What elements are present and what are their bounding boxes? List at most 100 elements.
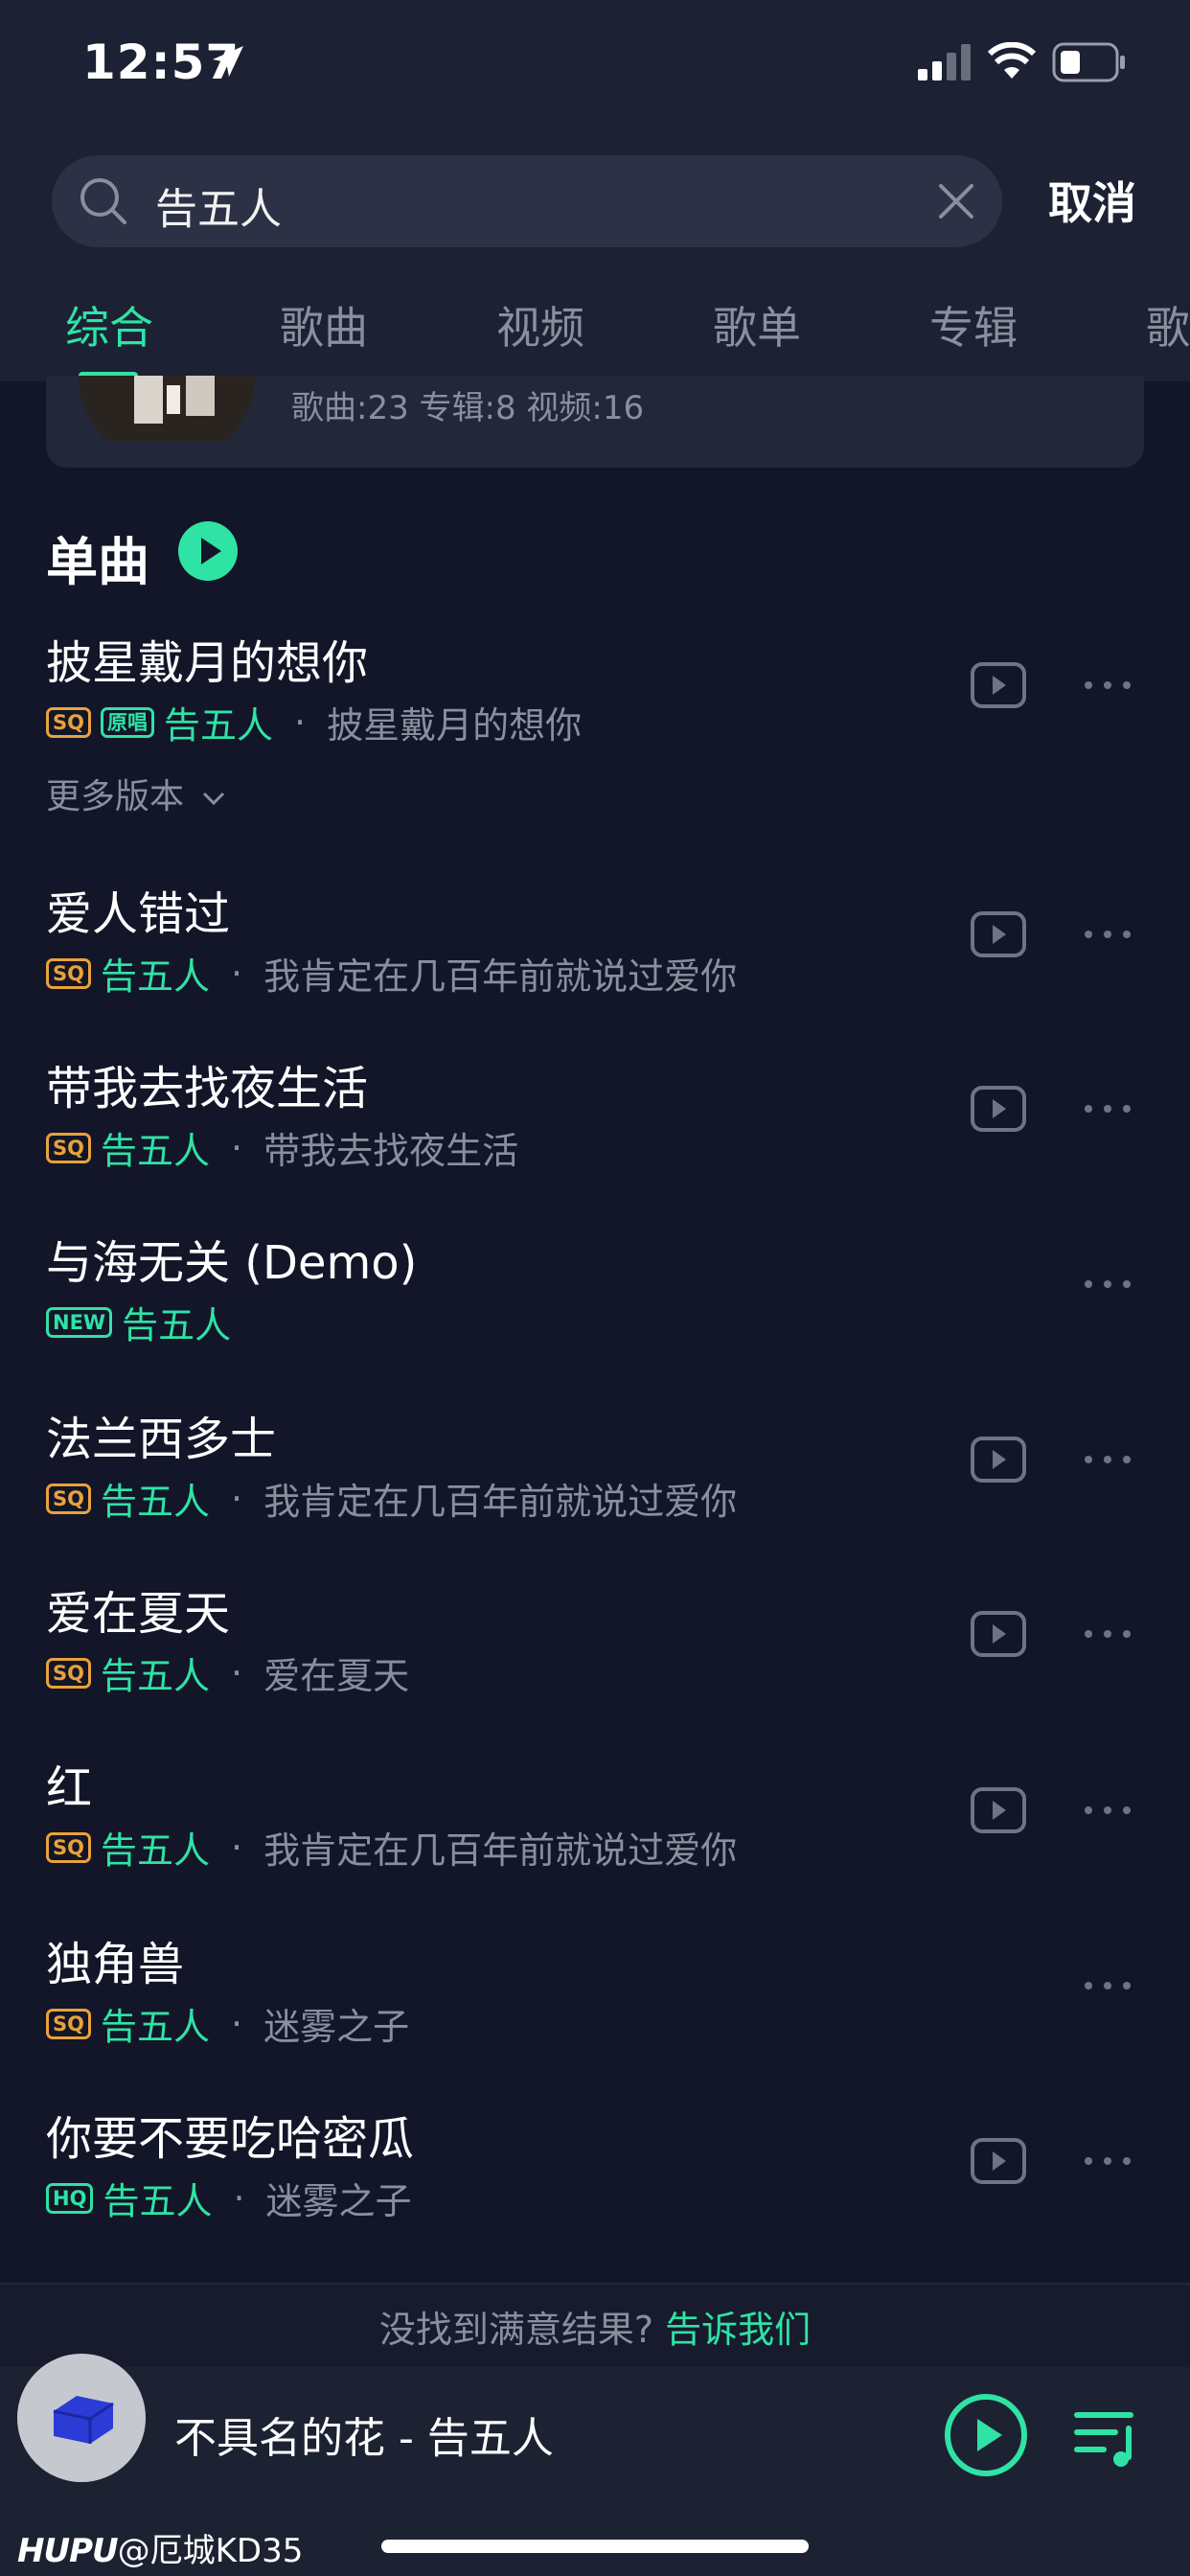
album-art[interactable]	[17, 2354, 146, 2482]
sq-badge: SQ	[46, 1132, 91, 1163]
tab-lyrics[interactable]: 歌	[1146, 293, 1190, 356]
song-artist[interactable]: 告五人	[101, 2006, 210, 2048]
song-album[interactable]: 我肯定在几百年前就说过爱你	[263, 1829, 737, 1872]
feedback-text: 没找到满意结果?	[378, 2309, 654, 2351]
feedback-link[interactable]: 告诉我们	[665, 2309, 811, 2351]
song-artist[interactable]: 告五人	[101, 1130, 210, 1172]
song-meta: SQ 告五人 · 我肯定在几百年前就说过爱你	[46, 947, 737, 1000]
song-title: 与海无关 (Demo)	[46, 1236, 418, 1290]
original-badge: 原唱	[100, 706, 154, 738]
song-album[interactable]: 爱在夏天	[263, 1655, 409, 1697]
song-album[interactable]: 我肯定在几百年前就说过爱你	[263, 955, 737, 998]
sq-badge: SQ	[46, 2008, 91, 2039]
more-versions-button[interactable]: 更多版本	[46, 769, 225, 818]
sq-badge: SQ	[46, 1657, 91, 1689]
mv-play-icon[interactable]	[970, 661, 1027, 709]
song-title: 红	[46, 1761, 93, 1815]
song-album[interactable]: 我肯定在几百年前就说过爱你	[263, 1481, 737, 1523]
hq-badge: HQ	[46, 2182, 94, 2214]
sq-badge: SQ	[46, 706, 91, 738]
song-artist[interactable]: 告五人	[122, 1304, 231, 1346]
sq-badge: SQ	[46, 957, 91, 989]
more-icon[interactable]	[1081, 2153, 1134, 2169]
song-album[interactable]: 带我去找夜生活	[263, 1130, 518, 1172]
mv-play-icon[interactable]	[970, 1085, 1027, 1133]
tab-all[interactable]: 综合	[65, 293, 153, 356]
separator-dot: ·	[231, 952, 243, 995]
search-box[interactable]: 告五人	[52, 155, 1002, 247]
separator-dot: ·	[294, 701, 307, 744]
song-title: 爱在夏天	[46, 1587, 231, 1641]
separator-dot: ·	[231, 1651, 243, 1694]
song-meta: SQ 告五人 · 带我去找夜生活	[46, 1121, 518, 1174]
play-all-icon[interactable]	[178, 521, 238, 581]
chevron-down-icon	[203, 792, 225, 806]
song-artist[interactable]: 告五人	[101, 1655, 210, 1697]
search-icon	[80, 178, 126, 224]
album-art-image	[17, 2354, 146, 2482]
watermark: HUPU@厄城KD35	[17, 2524, 303, 2571]
tab-playlists[interactable]: 歌单	[713, 293, 801, 356]
song-artist[interactable]: 告五人	[101, 1829, 210, 1872]
more-icon[interactable]	[1081, 1803, 1134, 1818]
song-artist[interactable]: 告五人	[101, 1481, 210, 1523]
mv-play-icon[interactable]	[970, 2137, 1027, 2185]
tab-songs[interactable]: 歌曲	[280, 293, 368, 356]
feedback-prompt: 没找到满意结果? 告诉我们	[0, 2300, 1190, 2353]
cancel-button[interactable]: 取消	[1048, 169, 1136, 232]
more-versions-label: 更多版本	[46, 777, 185, 816]
playlist-icon[interactable]	[1073, 2405, 1140, 2469]
separator-dot: ·	[231, 1826, 243, 1869]
more-icon[interactable]	[1081, 1101, 1134, 1116]
section-title: 单曲	[46, 532, 149, 592]
song-meta: SQ 原唱 告五人 · 披星戴月的想你	[46, 696, 582, 748]
song-title: 法兰西多士	[46, 1413, 277, 1466]
watermark-brand: HUPU	[17, 2532, 119, 2570]
song-artist[interactable]: 告五人	[101, 955, 210, 998]
watermark-user: @厄城KD35	[117, 2532, 304, 2570]
battery-icon	[1052, 42, 1125, 82]
now-playing-title[interactable]: 不具名的花 - 告五人	[174, 2404, 554, 2465]
more-icon[interactable]	[1081, 1978, 1134, 1993]
song-album[interactable]: 迷雾之子	[266, 2180, 412, 2222]
artist-stats: 歌曲:23 专辑:8 视频:16	[291, 389, 645, 427]
sq-badge: SQ	[46, 1831, 91, 1863]
play-icon[interactable]	[943, 2392, 1029, 2478]
more-icon[interactable]	[1081, 927, 1134, 942]
song-meta: SQ 告五人 · 我肯定在几百年前就说过爱你	[46, 1821, 737, 1874]
wifi-icon	[987, 42, 1037, 79]
mv-play-icon[interactable]	[970, 1436, 1027, 1484]
search-input[interactable]: 告五人	[155, 174, 282, 236]
home-indicator	[381, 2540, 809, 2553]
more-icon[interactable]	[1081, 1452, 1134, 1467]
separator-dot: ·	[231, 1477, 243, 1520]
song-meta: NEW 告五人	[46, 1296, 231, 1348]
signal-icon	[918, 44, 971, 80]
separator-dot: ·	[233, 2176, 245, 2220]
song-artist[interactable]: 告五人	[103, 2180, 212, 2222]
separator-dot: ·	[231, 1126, 243, 1169]
song-meta: SQ 告五人 · 爱在夏天	[46, 1646, 409, 1699]
location-arrow-icon	[213, 46, 243, 77]
song-title: 独角兽	[46, 1938, 185, 1991]
song-meta: SQ 告五人 · 迷雾之子	[46, 1997, 409, 2050]
song-title: 带我去找夜生活	[46, 1062, 369, 1116]
separator-dot: ·	[231, 2002, 243, 2045]
tab-albums[interactable]: 专辑	[929, 293, 1018, 356]
artist-avatar	[79, 376, 255, 441]
song-album[interactable]: 披星戴月的想你	[327, 704, 582, 747]
mv-play-icon[interactable]	[970, 1786, 1027, 1834]
more-icon[interactable]	[1081, 1276, 1134, 1292]
more-icon[interactable]	[1081, 1626, 1134, 1642]
clear-icon[interactable]	[935, 180, 977, 222]
mv-play-icon[interactable]	[970, 1610, 1027, 1658]
song-album[interactable]: 迷雾之子	[263, 2006, 409, 2048]
tab-videos[interactable]: 视频	[496, 293, 584, 356]
song-title: 你要不要吃哈密瓜	[46, 2112, 415, 2166]
more-icon[interactable]	[1081, 678, 1134, 693]
song-title: 爱人错过	[46, 887, 231, 941]
song-meta: HQ 告五人 · 迷雾之子	[46, 2172, 412, 2224]
mv-play-icon[interactable]	[970, 910, 1027, 958]
sq-badge: SQ	[46, 1483, 91, 1514]
song-artist[interactable]: 告五人	[164, 704, 273, 747]
